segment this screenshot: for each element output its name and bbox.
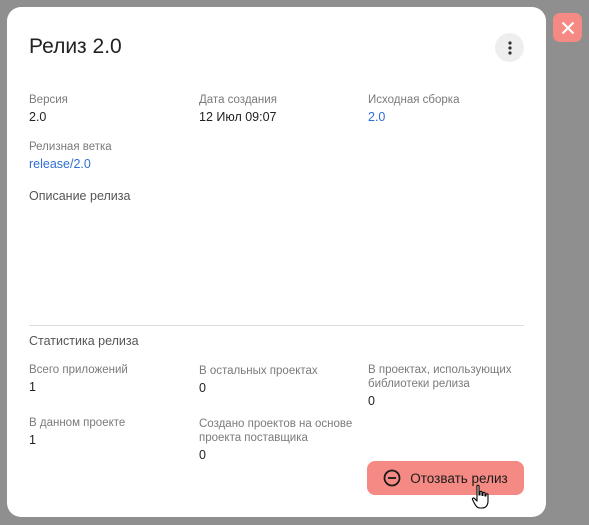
stats-heading: Статистика релиза [29, 334, 139, 348]
stat-this-project: В данном проекте 1 [29, 416, 125, 448]
description-heading: Описание релиза [29, 189, 131, 203]
stat-value: 0 [368, 394, 375, 408]
stat-projects-using-libs: В проектах, использующих библиотеки рели… [368, 363, 512, 409]
close-icon [561, 21, 574, 34]
page-title: Релиз 2.0 [29, 35, 122, 58]
more-vertical-icon [507, 40, 512, 55]
source-build-label: Исходная сборка [368, 94, 460, 106]
hand-cursor-icon [471, 484, 489, 509]
stat-value: 1 [29, 380, 36, 394]
minus-circle-icon [383, 469, 401, 487]
revoke-release-label: Отозвать релиз [410, 470, 508, 486]
source-build-link[interactable]: 2.0 [368, 110, 459, 125]
branch-field: Релизная ветка release/2.0 [29, 140, 112, 172]
divider [29, 325, 524, 326]
version-value: 2.0 [29, 110, 47, 124]
stat-value: 1 [29, 433, 36, 447]
stat-value: 0 [199, 448, 206, 462]
branch-link[interactable]: release/2.0 [29, 157, 112, 172]
created-label: Дата создания [199, 94, 277, 106]
revoke-release-button[interactable]: Отозвать релиз [367, 461, 524, 495]
stat-label-line1: В проектах, использующих [368, 364, 512, 376]
close-button[interactable] [553, 13, 582, 42]
stat-label-line2: проекта поставщика [199, 432, 308, 444]
stat-label: В данном проекте [29, 417, 126, 429]
stat-total-apps: Всего приложений 1 [29, 363, 128, 395]
source-build-field: Исходная сборка 2.0 [368, 93, 459, 125]
created-field: Дата создания 12 Июл 09:07 [199, 93, 277, 125]
stat-label-line2: библиотеки релиза [368, 378, 470, 390]
stat-other-projects: В остальных проектах 0 [199, 364, 318, 396]
stat-label-line1: Создано проектов на основе [199, 418, 353, 430]
more-menu-button[interactable] [495, 33, 524, 62]
branch-label: Релизная ветка [29, 141, 112, 153]
release-modal: Релиз 2.0 Версия 2.0 Дата создания 12 Ию… [7, 7, 546, 517]
stat-value: 0 [199, 381, 206, 395]
version-field: Версия 2.0 [29, 93, 68, 125]
stat-label: Всего приложений [29, 364, 128, 376]
stat-created-from-vendor: Создано проектов на основе проекта поста… [199, 417, 352, 463]
version-label: Версия [29, 94, 68, 106]
created-value: 12 Июл 09:07 [199, 110, 277, 124]
stat-label: В остальных проектах [199, 365, 318, 377]
